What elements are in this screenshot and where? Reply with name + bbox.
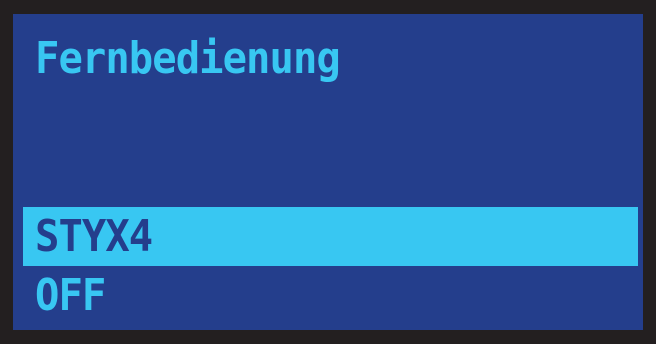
lcd-screen: Fernbedienung STYX4 OFF	[13, 14, 643, 330]
screen-title: Fernbedienung	[35, 33, 341, 84]
menu-item-label: STYX4	[35, 211, 153, 262]
menu-item-off[interactable]: OFF	[13, 266, 643, 325]
menu-item-styx4[interactable]: STYX4	[23, 207, 638, 266]
menu-list: STYX4 OFF	[13, 207, 643, 325]
menu-item-label: OFF	[35, 270, 106, 321]
